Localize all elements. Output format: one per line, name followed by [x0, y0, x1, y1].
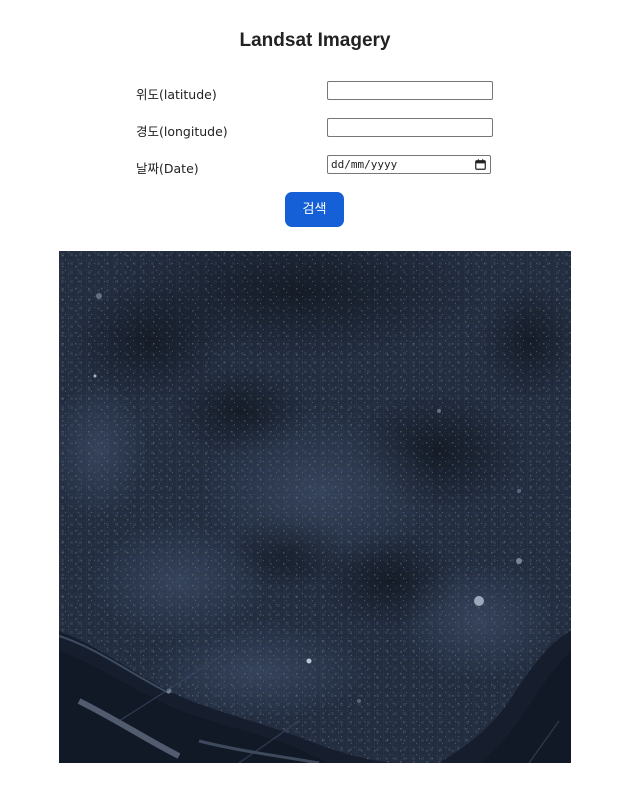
search-button[interactable]: 검색: [285, 192, 344, 227]
satellite-image: [59, 251, 571, 763]
calendar-icon[interactable]: [475, 159, 486, 170]
date-input[interactable]: dd/mm/yyyy: [327, 155, 491, 174]
date-placeholder: dd/mm/yyyy: [331, 158, 398, 171]
latitude-label: 위도(latitude): [136, 87, 217, 102]
date-label: 날짜(Date): [136, 161, 199, 176]
page: Landsat Imagery 위도(latitude) 경도(longitud…: [0, 0, 640, 794]
date-row: 날짜(Date) dd/mm/yyyy: [136, 155, 496, 177]
latitude-row: 위도(latitude): [136, 81, 496, 103]
page-title: Landsat Imagery: [239, 30, 391, 51]
satellite-image-render: [59, 251, 571, 763]
longitude-input[interactable]: [327, 118, 493, 137]
longitude-row: 경도(longitude): [136, 118, 496, 140]
latitude-input[interactable]: [327, 81, 493, 100]
longitude-label: 경도(longitude): [136, 124, 228, 139]
